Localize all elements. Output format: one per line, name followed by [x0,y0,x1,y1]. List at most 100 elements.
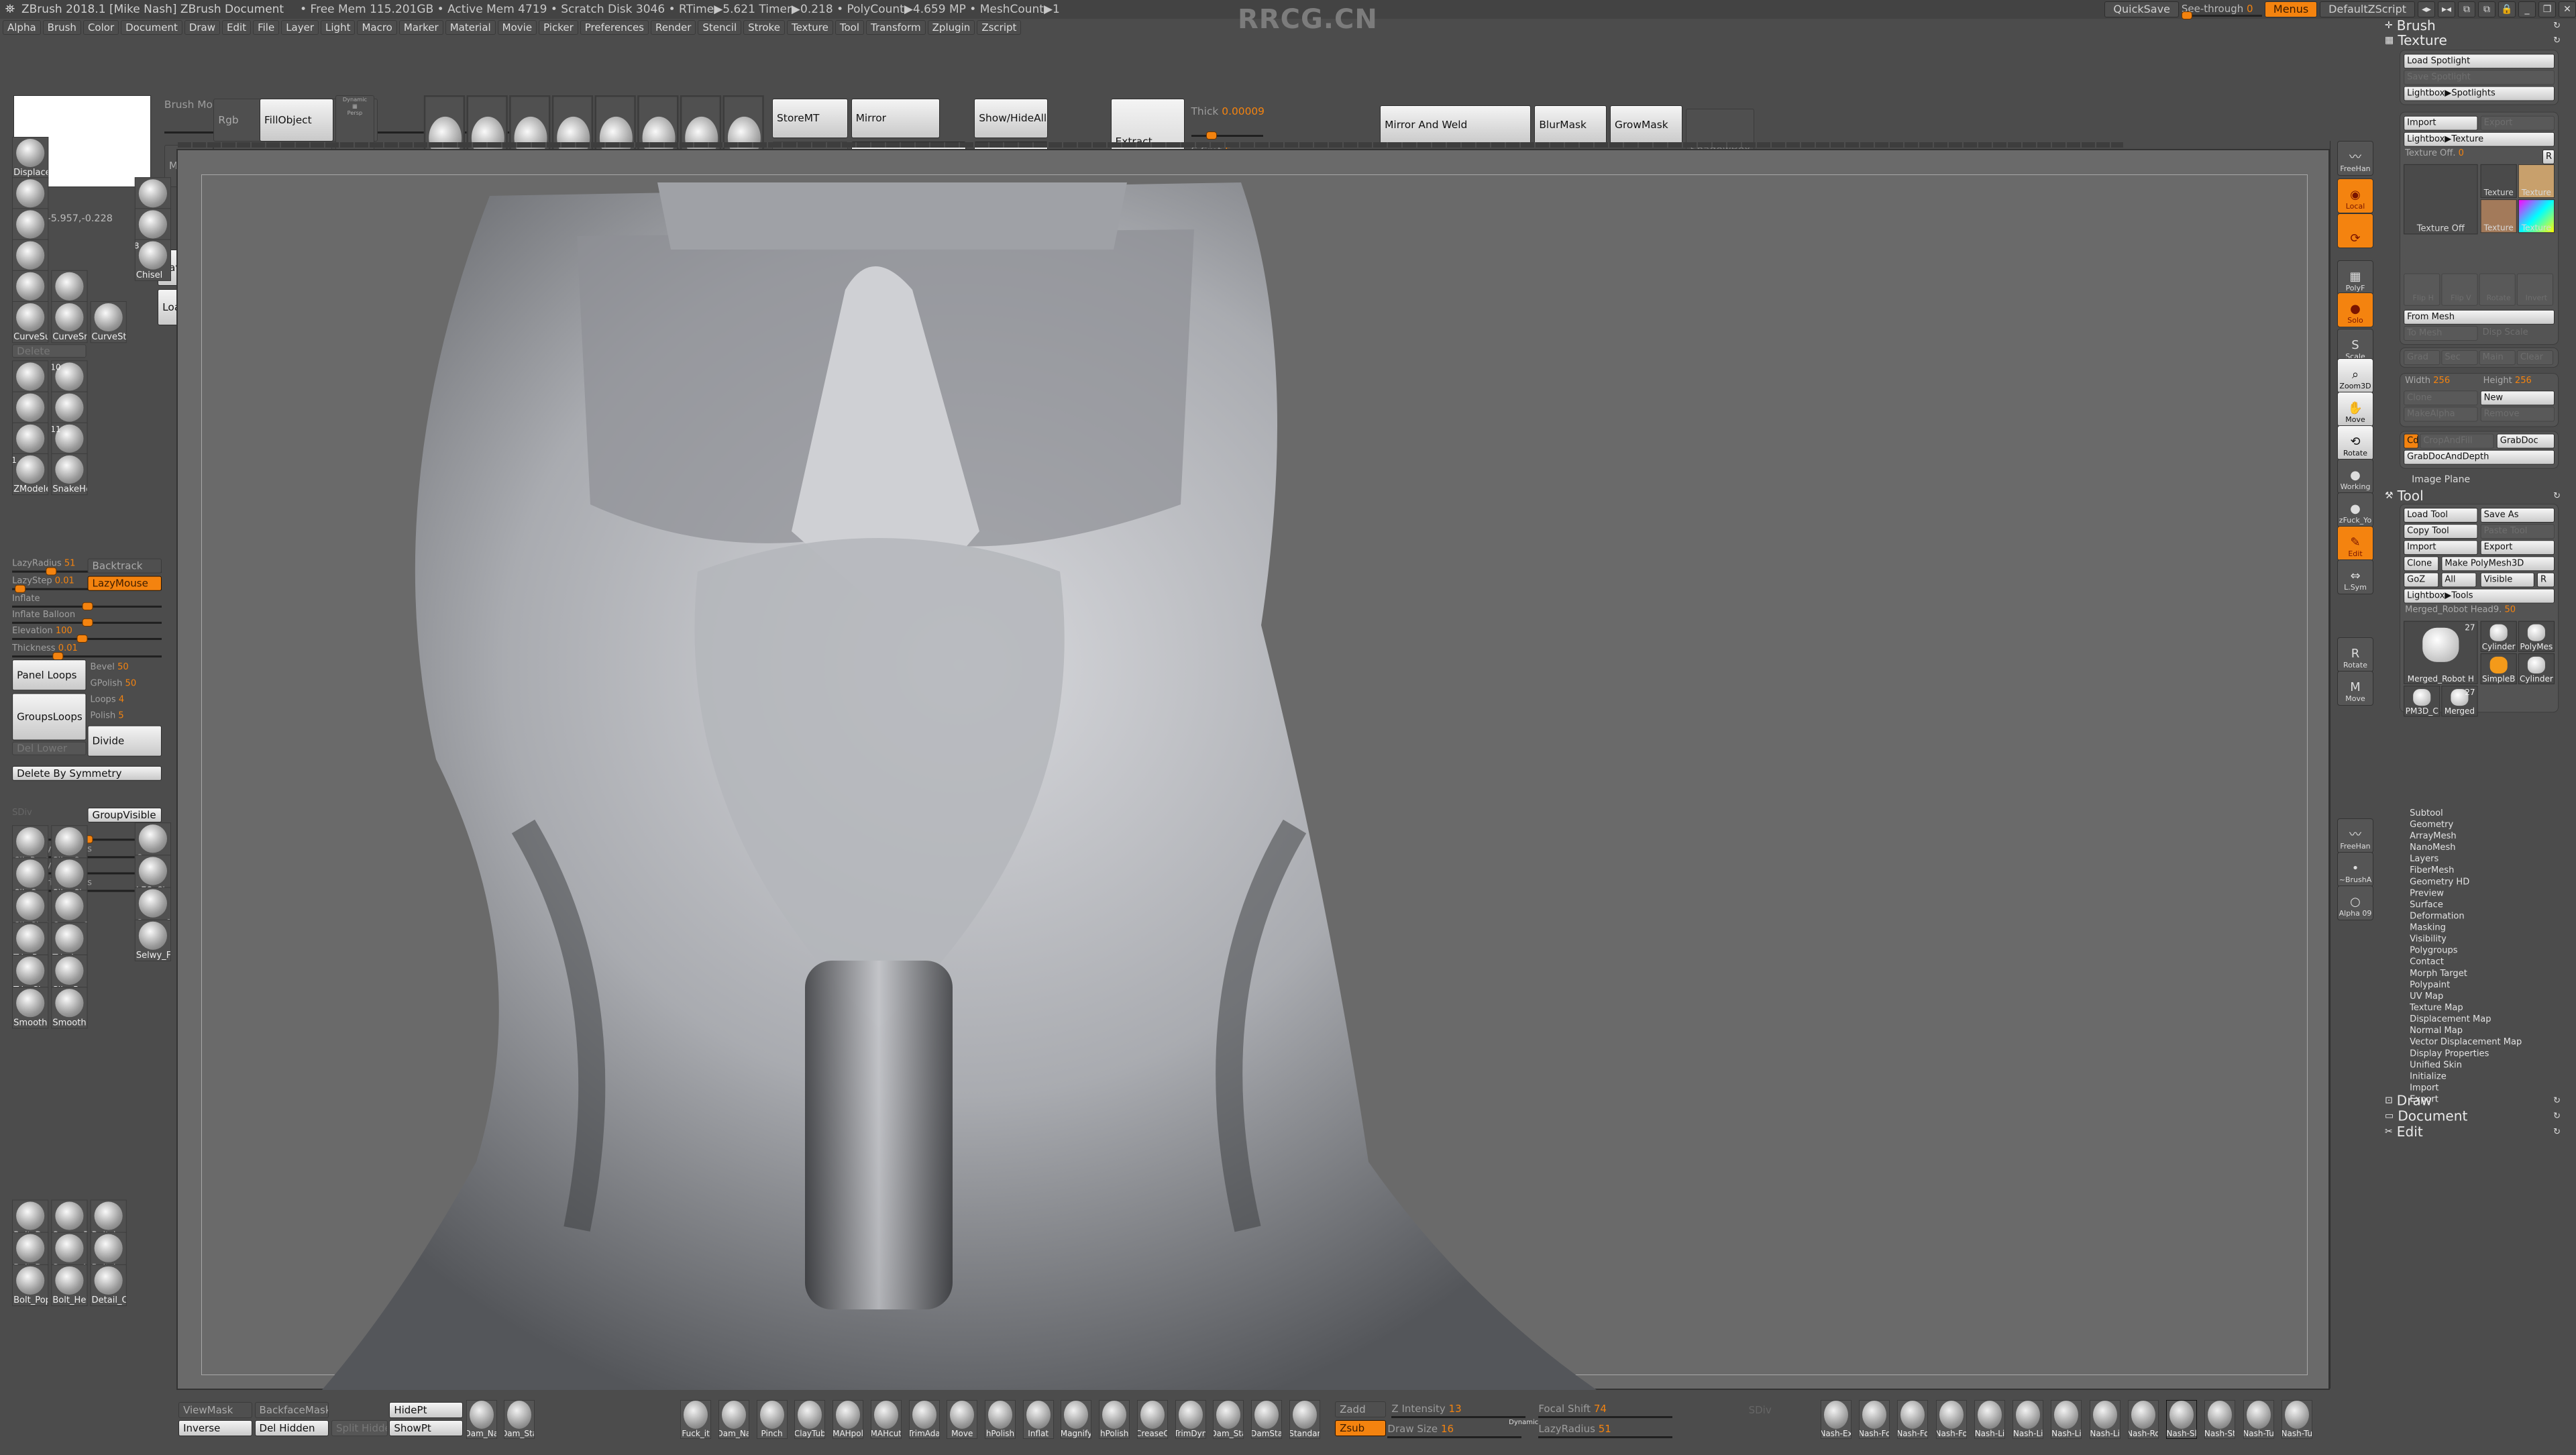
move-m-button[interactable]: M Move [2337,671,2373,706]
brush-thumb[interactable]: Nash-Fo [1897,1400,1929,1439]
menu-edit[interactable]: Edit [222,20,252,35]
menu-texture[interactable]: Texture [786,20,833,35]
texture-export-button[interactable]: Export [2480,115,2555,131]
thick-track[interactable] [1191,131,1264,140]
texture-header[interactable]: ▦ Texture ↻ [2385,32,2561,48]
tool-thumb[interactable]: Merged_Robot H 27 [2404,621,2478,685]
thick-slider[interactable]: Thick 0.00009 [1191,105,1265,117]
tool-thumb[interactable]: Cylinder [2518,653,2555,685]
save-spotlight-button[interactable]: Save Spotlight [2404,70,2555,85]
focal-shift-slider[interactable]: Focal Shift 74 [1538,1403,1673,1418]
menu-stencil[interactable]: Stencil [698,20,742,35]
reset-icon[interactable]: ↻ [2553,1126,2561,1136]
reset-icon[interactable]: ↻ [2553,1095,2561,1106]
clear-button[interactable]: Clear [2516,350,2554,366]
rotate-r-button[interactable]: R Rotate [2337,637,2373,672]
inflate-balloon-slider[interactable]: Inflate Balloon [12,610,162,627]
zsub-button[interactable]: Zsub [1335,1420,1387,1436]
rotate-button[interactable]: Rotate [2479,273,2516,306]
subpalette-morph-target[interactable]: Morph Target [2410,969,2467,979]
brush-thumb[interactable]: Nash-Fo [1859,1400,1890,1439]
del-lower-button[interactable]: Del Lower [12,741,87,755]
flip-v-button[interactable]: Flip V [2441,273,2478,306]
default-zscript-button[interactable]: DefaultZScript [2320,1,2415,17]
grad-button[interactable]: Grad [2404,350,2440,366]
growmask-button[interactable]: GrowMask [1610,105,1682,145]
from-mesh-button[interactable]: From Mesh [2404,309,2555,325]
flip-h-button[interactable]: Flip H [2404,273,2440,306]
z-intensity-slider[interactable]: Z Intensity 13 [1391,1403,1526,1418]
brush-thumb[interactable]: Displace [12,136,49,179]
menu-document[interactable]: Document [121,20,182,35]
subpalette-texture-map[interactable]: Texture Map [2410,1003,2463,1013]
brush-thumb[interactable]: Dam_Na [466,1400,497,1439]
subpalette-visibility[interactable]: Visibility [2410,934,2447,945]
brush-thumb[interactable]: ZModele 1 [12,453,49,496]
tool-header[interactable]: ⚒ Tool ↻ [2385,488,2561,504]
zadd-button[interactable]: Zadd [1335,1401,1387,1417]
texture-thumb[interactable]: Texture [2480,164,2517,199]
alpha-button[interactable]: ○ Alpha 09 [2337,885,2373,920]
brush-thumb[interactable]: CurveSn [51,301,88,343]
brush-thumb[interactable]: TrimAda [908,1400,940,1439]
document-header[interactable]: ▭ Document ↻ [2385,1108,2561,1124]
goz-button[interactable]: GoZ [2404,572,2439,588]
delete-button[interactable]: Delete [12,344,87,358]
lightbox-tools-button[interactable]: Lightbox▶Tools [2404,588,2555,604]
lazyradius-bottom-slider[interactable]: LazyRadius 51 [1538,1423,1673,1438]
brush-thumb[interactable]: hPolish [984,1400,1016,1439]
texture-import-button[interactable]: Import [2404,115,2478,131]
brush-thumb[interactable]: Nash-Li [2089,1400,2121,1439]
sculpted-head-model[interactable] [322,156,1597,1390]
subpalette-geometry-hd[interactable]: Geometry HD [2410,877,2469,887]
menu-render[interactable]: Render [651,20,696,35]
goz-visible-button[interactable]: Visible [2480,572,2534,588]
tool-save-as-button[interactable]: Save As [2480,507,2555,523]
material-button[interactable]: ● zFuck_Yo [2337,492,2373,527]
menu-marker[interactable]: Marker [398,20,443,35]
viewmask-button[interactable]: ViewMask [178,1402,253,1418]
sec-button[interactable]: Sec [2441,350,2478,366]
shrink-ui-icon[interactable]: ◂▸ [2418,1,2435,17]
loops-slider[interactable]: Loops 4 [91,694,162,704]
height-slider[interactable]: Height 256 [2483,376,2532,386]
del-hidden-button[interactable]: Del Hidden [254,1420,329,1436]
layout-prev-icon[interactable]: ⧉ [2458,1,2475,17]
subpalette-deformation[interactable]: Deformation [2410,911,2465,921]
panel-loops-button[interactable]: Panel Loops [12,659,87,691]
group-visible-button[interactable]: GroupVisible [87,808,162,823]
brush-thumb[interactable]: CurveSu [12,301,49,343]
brush-thumb[interactable]: Bolt_Hel [51,1264,88,1307]
texture-thumb[interactable]: Texture [2518,199,2555,233]
texture-remove-button[interactable]: Remove [2480,407,2555,422]
texture-clone-button[interactable]: Clone [2404,390,2478,406]
local-symmetry-button[interactable]: ⇔ L.Sym [2337,559,2373,594]
rotate-button[interactable]: ⟲ Rotate [2337,425,2373,460]
brush-thumb[interactable]: DamSta [1251,1400,1283,1439]
menus-button[interactable]: Menus [2264,1,2318,17]
menu-zscript[interactable]: Zscript [977,20,1022,35]
subpalette-polypaint[interactable]: Polypaint [2410,980,2450,990]
edit-header[interactable]: ✂ Edit ↻ [2385,1124,2561,1140]
brush-thumb[interactable]: Selwy_Fo [134,919,172,961]
menu-tool[interactable]: Tool [835,20,865,35]
brush-thumb[interactable]: Detail_C [90,1264,127,1307]
brush-thumb[interactable]: MAHcut [870,1400,902,1439]
edit-button[interactable]: ✎ Edit [2337,526,2373,561]
tool-import-button[interactable]: Import [2404,540,2478,555]
subpalette-displacement-map[interactable]: Displacement Map [2410,1014,2491,1024]
reset-icon[interactable]: ↻ [2553,490,2561,500]
brush-thumb[interactable]: SnakeHo [51,453,88,496]
menu-material[interactable]: Material [445,20,496,35]
menu-transform[interactable]: Transform [866,20,926,35]
polyframe-button[interactable]: ▦ PolyF [2337,260,2373,295]
tool-thumb[interactable]: PM3D_C [2404,686,2440,717]
reset-icon[interactable]: ↻ [2553,1111,2561,1121]
subpalette-vector-displacement-map[interactable]: Vector Displacement Map [2410,1037,2522,1047]
grab-doc-button[interactable]: GrabDoc [2496,433,2555,449]
texture-r-button[interactable]: R [2542,149,2555,164]
brush-header[interactable]: ✛ Brush ↻ [2385,17,2561,34]
backtrack-button[interactable]: Backtrack [87,558,162,574]
brush-thumb[interactable]: Magnify [1061,1400,1092,1439]
zoom3d-button[interactable]: ⌕ Zoom3D [2337,358,2373,393]
